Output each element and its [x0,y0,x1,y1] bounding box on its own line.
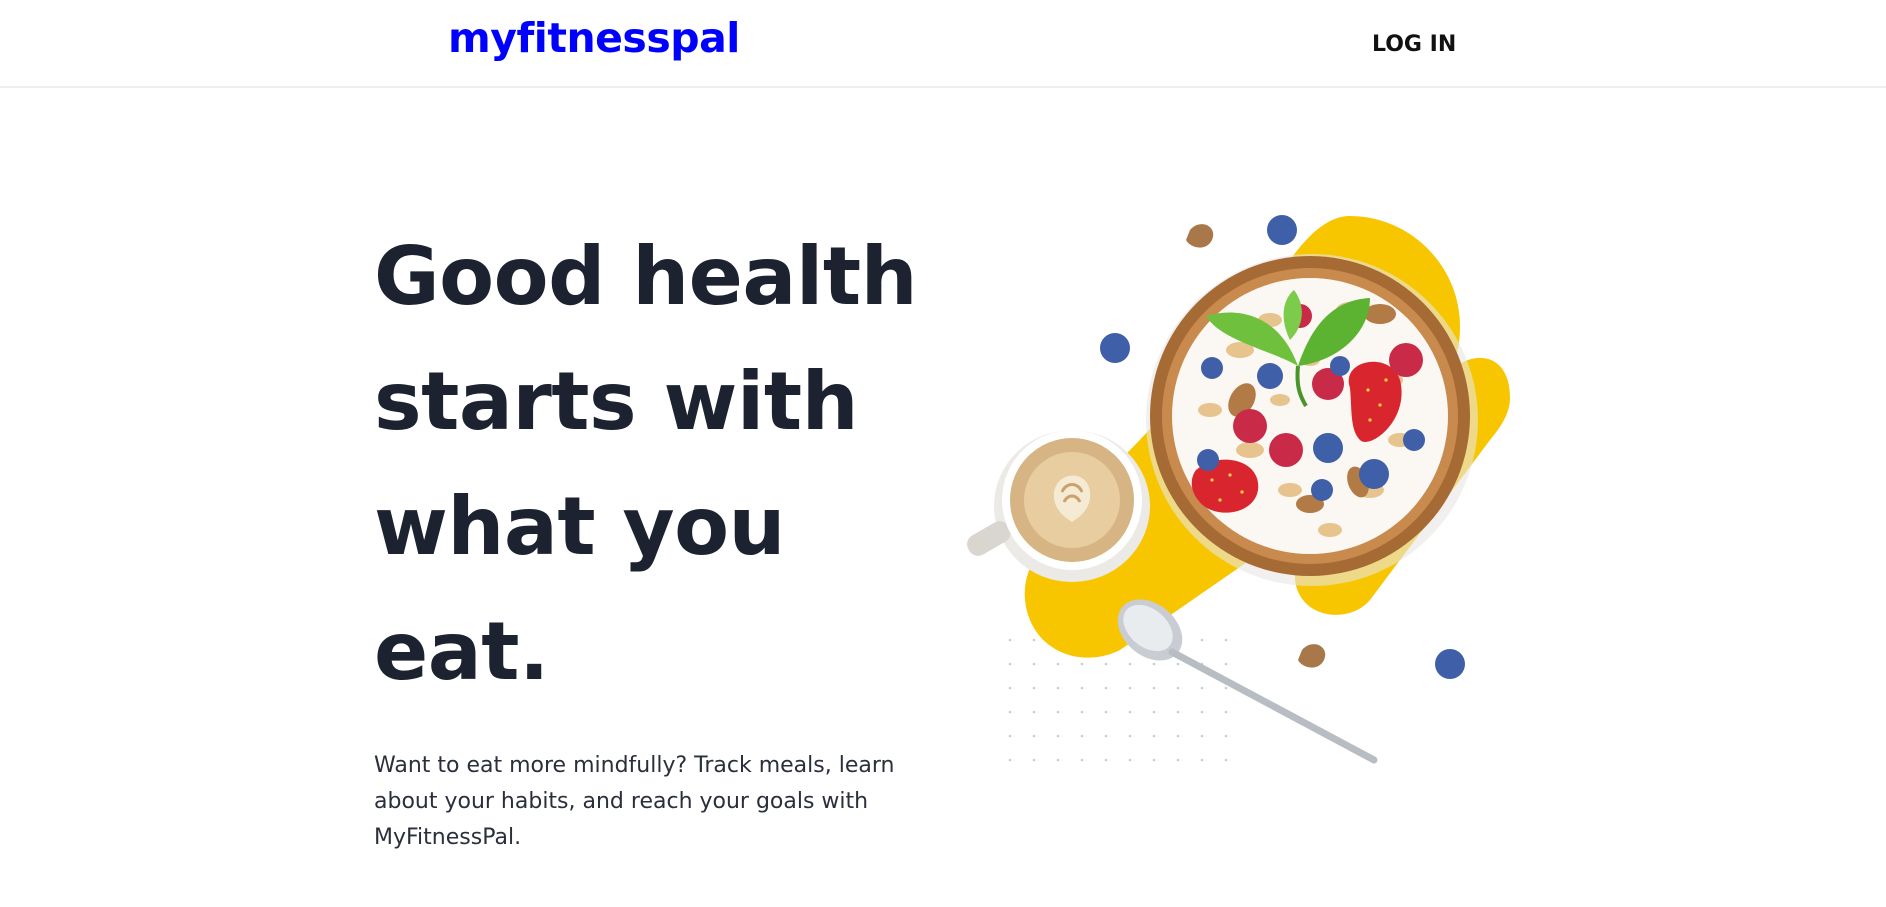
logo[interactable]: myfitnesspal [448,18,740,59]
dot-grid [1008,638,1228,762]
coffee-cup [967,430,1150,582]
login-link[interactable]: LOG IN [1372,34,1456,56]
bowl [1146,254,1478,586]
hero-headline: Good health starts with what you eat. [374,230,918,698]
breakfast-bowl-illustration [967,215,1510,764]
hero-description: Want to eat more mindfully? Track meals,… [374,753,895,850]
site-header: myfitnesspal LOG IN [0,0,1886,88]
